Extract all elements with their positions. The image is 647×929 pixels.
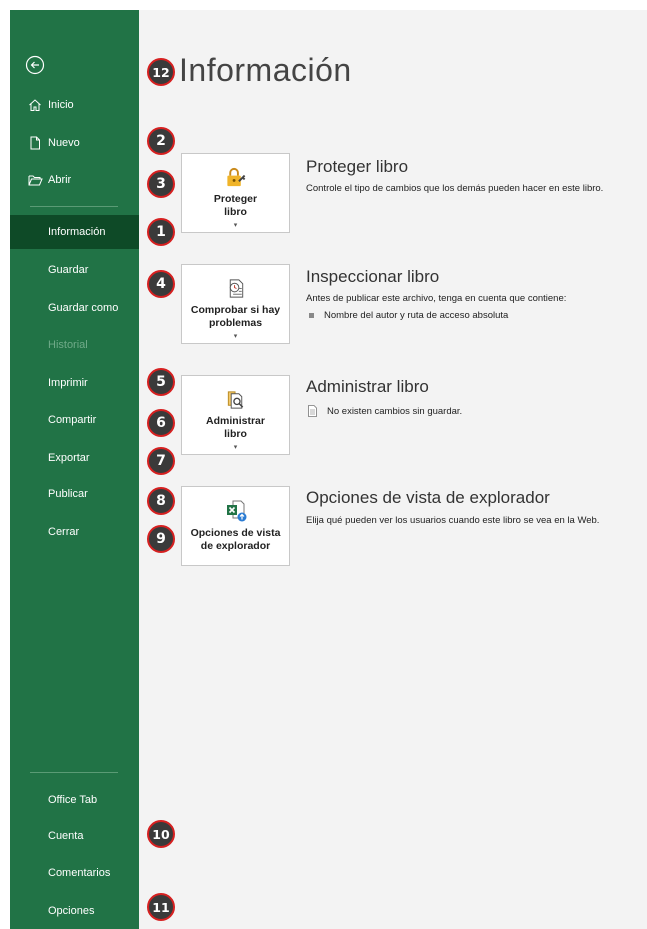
callout-badge: 1 [147,218,175,246]
chevron-down-icon: ▾ [233,444,238,451]
section-title: Proteger libro [306,157,409,176]
browser-view-options-button[interactable]: Opciones de vista de explorador [181,486,290,566]
section-description: Controle el tipo de cambios que los demá… [306,183,604,194]
sidebar-item-nuevo[interactable]: Nuevo [10,126,139,160]
callout-badge: 9 [147,525,175,553]
document-icon [308,405,317,417]
callout-badge: 5 [147,368,175,396]
protect-workbook-button[interactable]: Proteger libro ▾ [181,153,290,233]
chevron-down-icon: ▾ [233,333,238,340]
sidebar-item-label: Comentarios [48,867,111,879]
new-document-icon [28,136,48,150]
sidebar-item-cerrar[interactable]: Cerrar [10,515,139,549]
sidebar-item-cuenta[interactable]: Cuenta [10,819,139,853]
button-label: problemas [208,317,263,329]
callout-badge: 7 [147,447,175,475]
callout-badge: 6 [147,409,175,437]
callout-badge: 3 [147,170,175,198]
back-arrow-icon [25,55,45,75]
list-item: Nombre del autor y ruta de acceso absolu… [306,310,508,321]
backstage-view: Inicio Nuevo Abrir Información Guardar G… [10,10,647,929]
callout-badge: 12 [147,58,175,86]
section-title: Opciones de vista de explorador [306,488,550,507]
callout-badge: 10 [147,820,175,848]
sidebar: Inicio Nuevo Abrir Información Guardar G… [10,10,139,929]
sidebar-divider [30,772,118,773]
sidebar-item-label: Imprimir [48,377,88,389]
list-item: No existen cambios sin guardar. [306,405,462,417]
manage-workbook-icon [227,391,243,409]
button-label: Comprobar si hay [190,304,281,316]
callout-badge: 2 [147,127,175,155]
sidebar-item-label: Cerrar [48,526,80,538]
sidebar-item-opciones[interactable]: Opciones [10,894,139,928]
sidebar-item-label: Compartir [48,414,97,426]
sidebar-item-office-tab[interactable]: Office Tab [10,783,139,817]
sidebar-item-label: Historial [48,339,88,351]
sidebar-divider [30,206,118,207]
button-label: libro [224,428,247,440]
back-button[interactable] [24,54,46,76]
section-description: Antes de publicar este archivo, tenga en… [306,293,567,304]
sidebar-item-label: Office Tab [48,794,98,806]
sidebar-item-label: Exportar [48,452,90,464]
button-label: Opciones de vista [190,527,281,539]
check-for-issues-button[interactable]: Comprobar si hay problemas ▾ [181,264,290,344]
sidebar-item-guardar[interactable]: Guardar [10,253,139,287]
callout-badge: 8 [147,487,175,515]
sidebar-item-label: Cuenta [48,830,84,842]
button-label: Administrar [206,415,265,427]
sidebar-item-informacion[interactable]: Información [10,215,139,249]
sidebar-item-imprimir[interactable]: Imprimir [10,366,139,400]
manage-workbook-button[interactable]: Administrar libro ▾ [181,375,290,455]
sidebar-item-guardar-como[interactable]: Guardar como [10,291,139,325]
list-item-text: No existen cambios sin guardar. [327,405,463,417]
inspect-document-icon [229,279,243,298]
sidebar-item-historial: Historial [10,328,139,362]
sidebar-item-comentarios[interactable]: Comentarios [10,856,139,890]
sidebar-item-exportar[interactable]: Exportar [10,441,139,475]
sidebar-item-publicar[interactable]: Publicar [10,477,139,511]
sidebar-item-label: Guardar [48,264,89,276]
callout-badge: 11 [147,893,175,921]
sidebar-item-label: Nuevo [48,137,80,149]
sidebar-item-label: Información [48,226,106,238]
main-content: Información Proteger libro ▾ Proteger li… [139,10,647,929]
lock-key-icon [226,167,245,187]
home-icon [28,98,48,112]
button-label: libro [224,206,247,218]
sidebar-item-compartir[interactable]: Compartir [10,403,139,437]
bullet-square-icon [309,313,314,318]
sidebar-item-label: Opciones [48,905,95,917]
sidebar-item-label: Guardar como [48,302,119,314]
sidebar-item-inicio[interactable]: Inicio [10,88,139,122]
section-title: Inspeccionar libro [306,267,440,286]
sidebar-item-label: Inicio [48,99,74,111]
button-label: de explorador [200,540,271,552]
sidebar-item-label: Abrir [48,174,72,186]
open-folder-icon [28,173,48,187]
sidebar-item-abrir[interactable]: Abrir [10,163,139,197]
page-title: Información [179,52,352,88]
list-item-text: Nombre del autor y ruta de acceso absolu… [324,310,509,321]
sidebar-item-label: Publicar [48,488,88,500]
button-label: Proteger [213,193,258,205]
chevron-down-icon: ▾ [233,222,238,229]
section-description: Elija qué pueden ver los usuarios cuando… [306,515,600,526]
browser-view-options-icon [226,500,246,522]
section-title: Administrar libro [306,377,429,396]
callout-badge: 4 [147,270,175,298]
